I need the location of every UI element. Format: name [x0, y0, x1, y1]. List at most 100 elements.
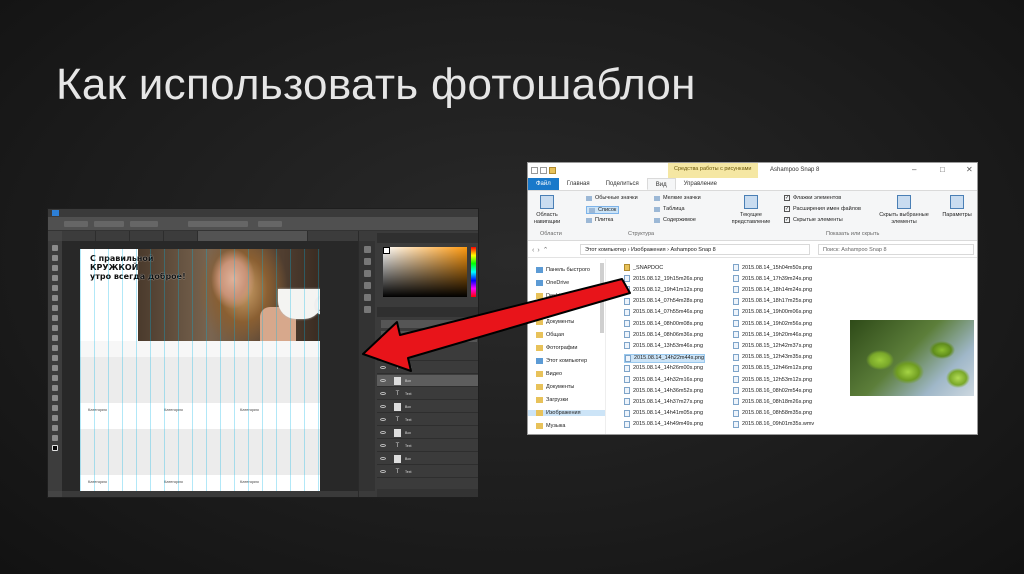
search-input[interactable]: Поиск: Ashampoo Snap 8	[818, 244, 974, 255]
file-item[interactable]: 2015.08.14_14h36m52s.png	[624, 387, 703, 395]
healing-brush-icon[interactable]	[52, 305, 58, 311]
eye-icon[interactable]	[380, 444, 386, 447]
ps-option-control[interactable]	[258, 221, 282, 227]
view-tiles[interactable]: Плитка	[586, 217, 613, 223]
nav-item[interactable]: Общая	[536, 332, 564, 338]
view-list[interactable]: Список	[586, 206, 620, 214]
marquee-tool-icon[interactable]	[52, 255, 58, 261]
options-button[interactable]: Параметры	[938, 195, 976, 219]
nav-item[interactable]: Музыка	[536, 423, 565, 429]
properties-icon[interactable]	[531, 167, 538, 174]
magic-wand-icon[interactable]	[52, 275, 58, 281]
file-item[interactable]: 2015.08.16_08h18m26s.png	[733, 398, 812, 406]
file-item[interactable]: 2015.08.14_19h00m06s.png	[733, 308, 812, 316]
layer-row[interactable]: Box	[377, 453, 478, 465]
file-item[interactable]: 2015.08.14_08h00m08s.png	[624, 320, 703, 327]
hide-selected-button[interactable]: Скрыть выбранные элементы	[874, 195, 934, 225]
file-item[interactable]: 2015.08.16_08h58m35s.png	[733, 409, 812, 417]
ps-document-canvas[interactable]: С правильной КРУЖКОЙ утро всегда доброе!…	[80, 249, 320, 497]
eye-icon[interactable]	[380, 457, 386, 460]
file-item[interactable]: 2015.08.14_14h49m49s.png	[624, 420, 703, 428]
file-item[interactable]: 2015.08.14_14h37m27s.png	[624, 398, 703, 406]
file-item[interactable]: 2015.08.12_19h41m12s.png	[624, 286, 703, 294]
nav-item[interactable]: Desktop	[536, 293, 566, 299]
blend-mode-select[interactable]	[381, 331, 477, 335]
brush-panel-icon[interactable]	[363, 270, 371, 277]
eyedropper-icon[interactable]	[52, 295, 58, 301]
layer-row[interactable]: T Text	[377, 349, 478, 361]
tab-manage[interactable]: Управление	[676, 178, 725, 190]
ps-doc-tab[interactable]	[62, 231, 96, 241]
file-item[interactable]: 2015.08.14_17h39m24s.png	[733, 275, 812, 283]
layers-filter[interactable]	[381, 320, 477, 328]
crop-tool-icon[interactable]	[52, 285, 58, 291]
minimize-icon[interactable]: –	[912, 165, 916, 174]
nav-item[interactable]: Документы	[536, 319, 574, 325]
color-picker-cursor[interactable]	[383, 247, 390, 254]
nav-item[interactable]: Этот компьютер	[536, 358, 587, 364]
file-item[interactable]: 2015.08.14_13h53m46s.png	[624, 342, 703, 350]
ps-option-control[interactable]	[64, 221, 88, 227]
eye-icon[interactable]	[380, 366, 386, 369]
nav-item[interactable]: Документы	[536, 384, 574, 390]
path-select-icon[interactable]	[52, 405, 58, 411]
file-item[interactable]: 2015.08.14_08h06m36s.png	[624, 331, 703, 339]
eye-icon[interactable]	[380, 353, 386, 356]
color-swatches-icon[interactable]	[52, 445, 58, 451]
eraser-tool-icon[interactable]	[52, 345, 58, 351]
file-item[interactable]: 2015.08.16_09h01m35s.wmv	[733, 420, 814, 428]
navigation-pane-button[interactable]: Область навигации	[530, 195, 564, 225]
checkmark-icon[interactable]	[540, 167, 547, 174]
file-item[interactable]: 2015.08.14_18h14m24s.png	[733, 286, 812, 294]
layer-row[interactable]: T Text	[377, 388, 478, 400]
file-item[interactable]: 2015.08.15_12h53m12s.png	[733, 376, 812, 383]
ps-option-control[interactable]	[188, 221, 248, 227]
maximize-icon[interactable]: □	[940, 165, 945, 174]
color-picker-field[interactable]	[383, 247, 467, 297]
hand-tool-icon[interactable]	[52, 425, 58, 431]
layer-row[interactable]: Box	[377, 427, 478, 439]
file-item[interactable]: 2015.08.14_19h02m56s.png	[733, 320, 812, 327]
eye-icon[interactable]	[380, 418, 386, 421]
file-item[interactable]: 2015.08.14_07h55m46s.png	[624, 308, 703, 316]
file-item[interactable]: 2015.08.15_12h46m12s.png	[733, 364, 812, 372]
nav-scrollbar[interactable]	[600, 263, 604, 333]
properties-panel-icon[interactable]	[363, 258, 371, 265]
ps-option-control[interactable]	[94, 221, 124, 227]
nav-item[interactable]: Видео	[536, 371, 562, 377]
history-brush-icon[interactable]	[52, 335, 58, 341]
tab-file[interactable]: Файл	[528, 178, 559, 190]
checkbox-hidden[interactable]: ✓ Скрытые элементы	[784, 217, 843, 223]
tab-view[interactable]: Вид	[646, 178, 676, 190]
eye-icon[interactable]	[380, 470, 386, 473]
ps-doc-tab-active[interactable]	[198, 231, 308, 241]
character-panel-icon[interactable]	[363, 282, 371, 289]
view-large-icons[interactable]: Обычные значки	[586, 195, 638, 201]
layer-row[interactable]: Box	[377, 375, 478, 387]
file-item[interactable]: 2015.08.12_19h15m26s.png	[624, 275, 703, 283]
layers-panel-header[interactable]	[377, 307, 478, 317]
paragraph-panel-icon[interactable]	[363, 294, 371, 301]
view-small-icons[interactable]: Мелкие значки	[654, 195, 701, 201]
file-item[interactable]: 2015.08.14_14h22m44s.png	[624, 353, 706, 363]
eye-icon[interactable]	[380, 405, 386, 408]
current-view-button[interactable]: Текущее представление	[728, 195, 774, 225]
nav-item[interactable]: Фотографии	[536, 345, 577, 351]
shape-tool-icon[interactable]	[52, 415, 58, 421]
checkbox-extensions[interactable]: ✓ Расширения имен файлов	[784, 206, 861, 212]
layer-row[interactable]: T Text	[377, 362, 478, 374]
file-item[interactable]: 2015.08.14_15h04m50s.png	[733, 264, 812, 271]
stamp-tool-icon[interactable]	[52, 325, 58, 331]
layer-row[interactable]: T Text	[377, 440, 478, 452]
eye-icon[interactable]	[380, 379, 386, 382]
move-tool-icon[interactable]	[52, 245, 58, 251]
ps-option-control[interactable]	[130, 221, 158, 227]
lock-options[interactable]	[381, 338, 477, 342]
file-item[interactable]: _SNAPDOC	[624, 264, 663, 271]
nav-item[interactable]: OneDrive	[536, 280, 569, 286]
file-item[interactable]: 2015.08.14_19h20m46s.png	[733, 331, 812, 339]
eye-icon[interactable]	[380, 392, 386, 395]
layer-row[interactable]: Box	[377, 401, 478, 413]
gradient-tool-icon[interactable]	[52, 355, 58, 361]
close-icon[interactable]: ✕	[966, 165, 973, 174]
